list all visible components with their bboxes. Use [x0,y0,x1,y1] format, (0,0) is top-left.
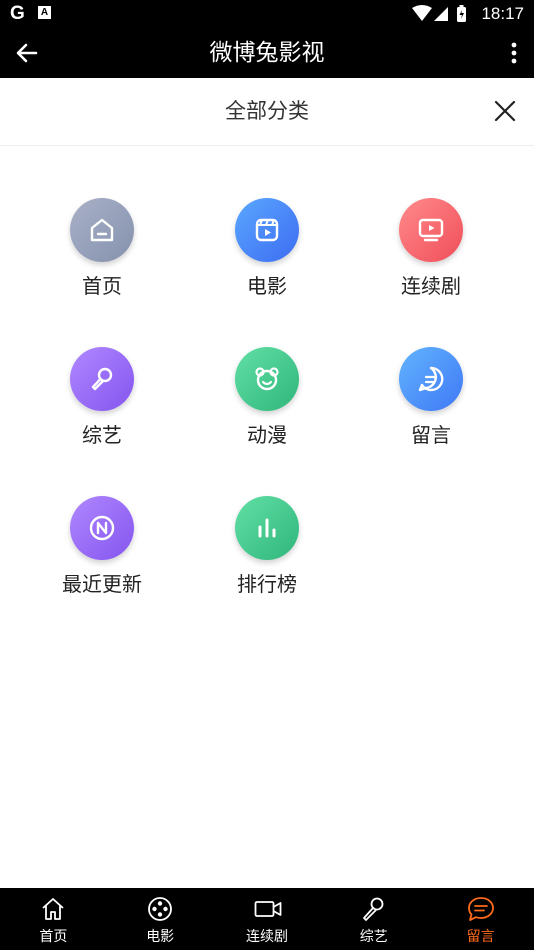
app-bar: 微博兔影视 [0,28,534,78]
film-icon [255,218,279,242]
nav-label: 留言 [466,929,495,945]
category-movie-circle [235,198,299,262]
category-ranking[interactable]: 排行榜 [197,496,337,597]
video-camera-icon [254,901,281,917]
category-label: 动漫 [247,423,287,447]
bear-icon [255,367,279,391]
system-icons [412,5,472,27]
category-variety-circle [70,347,134,411]
nav-item-series[interactable]: 连续剧 [214,888,321,950]
app-title: 微博兔影视 [209,40,325,66]
microphone-icon [363,897,384,921]
category-anime[interactable]: 动漫 [197,347,337,448]
category-label: 连续剧 [401,274,461,298]
category-label: 留言 [411,423,451,447]
wifi-icon [412,5,432,21]
category-label: 综艺 [82,423,122,447]
status-bar: G A 18:17 [0,0,534,28]
nav-label: 电影 [146,929,175,945]
nav-item-message[interactable]: 留言 [427,888,534,950]
category-label: 排行榜 [237,572,297,596]
category-movie[interactable]: 电影 [197,198,337,299]
microphone-icon [91,367,113,391]
category-anime-circle [235,347,299,411]
category-series[interactable]: 连续剧 [361,198,501,299]
category-message[interactable]: 留言 [361,347,501,448]
category-message-circle [399,347,463,411]
category-variety[interactable]: 综艺 [32,347,172,448]
nav-item-variety[interactable]: 综艺 [320,888,427,950]
more-vert-icon[interactable] [508,41,520,69]
tv-icon [418,218,444,242]
sheet-title: 全部分类 [225,99,309,123]
nav-label: 连续剧 [245,929,288,945]
clock: 18:17 [481,4,524,23]
nav-item-home[interactable]: 首页 [0,888,107,950]
font-icon: A [38,6,51,19]
home-icon [42,898,64,920]
message-icon [418,366,444,392]
signal-icon [434,7,448,21]
category-label: 电影 [247,274,287,298]
message-icon [468,897,495,921]
nav-label: 首页 [39,929,68,945]
new-icon [89,515,115,541]
category-label: 最近更新 [62,572,142,596]
close-icon[interactable] [492,98,518,128]
category-recent[interactable]: 最近更新 [32,496,172,597]
category-home[interactable]: 首页 [32,198,172,299]
film-reel-icon [147,897,172,921]
google-icon: G [10,3,25,24]
bottom-nav: 首页 电影 连续剧 综艺 留言 [0,888,534,950]
nav-item-movie[interactable]: 电影 [107,888,214,950]
category-home-circle [70,198,134,262]
nav-label: 综艺 [359,929,388,945]
chart-icon [258,518,276,538]
home-icon [90,218,114,242]
category-label: 首页 [82,274,122,298]
sheet-header: 全部分类 [0,78,534,146]
category-series-circle [399,198,463,262]
category-ranking-circle [235,496,299,560]
category-recent-circle [70,496,134,560]
battery-icon [457,5,466,22]
